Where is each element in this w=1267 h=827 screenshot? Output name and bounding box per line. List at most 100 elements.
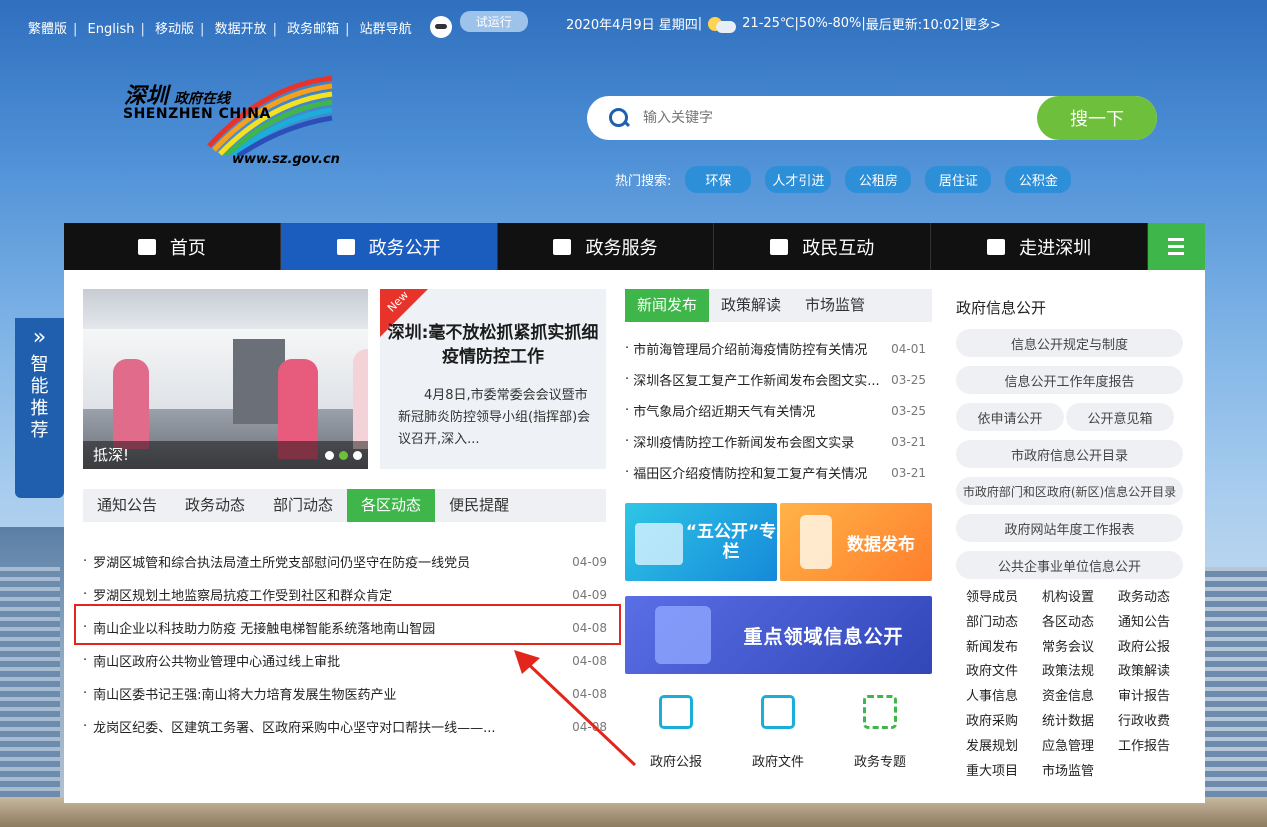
hot-search-label: 热门搜索: (615, 174, 672, 189)
press-list: · 市前海管理局介绍前海疫情防控有关情况 04-01 · 深圳各区复工复产工作新闻… (625, 333, 932, 488)
grid-item[interactable]: 机构设置 (1032, 586, 1108, 611)
pill-dept-catalog[interactable]: 市政府部门和区政府(新区)信息公开目录 (956, 477, 1183, 505)
site-logo[interactable]: 深圳 政府在线 SHENZHEN CHINA www.sz.gov.cn (118, 76, 340, 176)
grid-item[interactable]: 部门动态 (956, 611, 1032, 636)
background-city-left (0, 527, 70, 827)
grid-item[interactable]: 政策解读 (1108, 660, 1184, 685)
list-item[interactable]: · 市前海管理局介绍前海疫情防控有关情况 04-01 (625, 333, 932, 364)
nav-home[interactable]: 首页 (64, 223, 281, 270)
date-text: 2020年4月9日 星期四 (566, 18, 698, 33)
quick-gov-topics[interactable]: 政务专题 (829, 695, 931, 770)
robot-icon[interactable] (429, 16, 452, 38)
list-item[interactable]: · 福田区介绍疫情防控和复工复产有关情况 03-21 (625, 457, 932, 488)
grid-item[interactable]: 工作报告 (1108, 735, 1184, 760)
home-icon (137, 238, 156, 255)
link-site-nav[interactable]: 站群导航 (360, 22, 412, 37)
building-icon (987, 238, 1006, 255)
grid-item[interactable]: 市场监管 (1032, 760, 1108, 785)
hot-tag-talent[interactable]: 人才引进 (765, 166, 832, 193)
tab-notices[interactable]: 通知公告 (83, 489, 171, 522)
tab-press-release[interactable]: 新闻发布 (625, 289, 710, 322)
hot-tag-residence-permit[interactable]: 居住证 (925, 166, 992, 193)
temperature: 21-25℃ (742, 16, 795, 31)
pill-apply-open[interactable]: 依申请公开 (956, 403, 1064, 431)
pill-suggestion-box[interactable]: 公开意见箱 (1066, 403, 1174, 431)
grid-item[interactable]: 政府文件 (956, 660, 1032, 685)
list-item[interactable]: · 深圳疫情防控工作新闻发布会图文实录 03-21 (625, 426, 932, 457)
grid-item[interactable]: 常务会议 (1032, 636, 1108, 661)
grid-item[interactable]: 通知公告 (1108, 611, 1184, 636)
tab-district-updates[interactable]: 各区动态 (347, 489, 436, 522)
grid-item[interactable]: 政府公报 (1108, 636, 1184, 661)
link-open-data[interactable]: 数据开放 (215, 22, 267, 37)
info-open-title: 政府信息公开 (956, 299, 1047, 317)
background-city-right (1197, 567, 1267, 827)
search-button[interactable]: 搜一下 (1037, 96, 1157, 140)
pill-annual-report[interactable]: 信息公开工作年度报告 (956, 366, 1183, 394)
quick-gov-documents[interactable]: 政府文件 (727, 695, 829, 770)
trial-badge[interactable]: 试运行 (459, 10, 528, 32)
list-item[interactable]: · 罗湖区城管和综合执法局渣土所党支部慰问仍坚守在防疫一线党员 04-09 (83, 545, 613, 578)
grid-item[interactable]: 发展规划 (956, 735, 1032, 760)
weather-cloud-icon (708, 15, 737, 33)
people-icon (770, 238, 789, 255)
slider-dots[interactable] (320, 451, 362, 460)
link-english[interactable]: English (88, 22, 135, 37)
list-item[interactable]: · 市气象局介绍近期天气有关情况 03-25 (625, 395, 932, 426)
grid-item[interactable]: 重大项目 (956, 760, 1032, 785)
pill-public-enterprise[interactable]: 公共企事业单位信息公开 (956, 551, 1183, 579)
pill-rules[interactable]: 信息公开规定与制度 (956, 329, 1183, 357)
headline-summary: 4月8日,市委常委会会议暨市新冠肺炎防控领导小组(指挥部)会议召开,深入... (398, 388, 591, 447)
pill-website-report[interactable]: 政府网站年度工作报表 (956, 514, 1183, 542)
info-category-grid: 领导成员 机构设置 政务动态 部门动态 各区动态 通知公告 新闻发布 常务会议 … (956, 586, 1196, 784)
grid-item[interactable]: 政务动态 (1108, 586, 1184, 611)
grid-item[interactable]: 新闻发布 (956, 636, 1032, 661)
tab-market-supervision[interactable]: 市场监管 (793, 289, 877, 322)
nav-interaction[interactable]: 政民互动 (714, 223, 932, 270)
grid-item[interactable]: 资金信息 (1032, 685, 1108, 710)
more-link[interactable]: 更多> (964, 14, 1001, 33)
key-areas-banner[interactable]: 重点领域信息公开 (625, 596, 932, 674)
nav-gov-services[interactable]: 政务服务 (498, 223, 715, 270)
humidity: 50%-80% (798, 16, 862, 31)
main-nav: 首页 政务公开 政务服务 政民互动 走进深圳 (64, 223, 1205, 270)
tab-policy-interpretation[interactable]: 政策解读 (709, 289, 793, 322)
date-weather: 2020年4月9日 星期四 | 21-25℃ | 50%-80% | 最后更新:10:… (566, 14, 1001, 33)
smart-recommend-tab[interactable]: » 智能推荐 (15, 318, 64, 498)
menu-icon[interactable] (1147, 223, 1205, 270)
pill-city-catalog[interactable]: 市政府信息公开目录 (956, 440, 1183, 468)
grid-item[interactable]: 政府采购 (956, 710, 1032, 735)
quick-gov-gazette[interactable]: 政府公报 (625, 695, 727, 770)
grid-item[interactable]: 各区动态 (1032, 611, 1108, 636)
grid-item[interactable]: 统计数据 (1032, 710, 1108, 735)
grid-item[interactable]: 应急管理 (1032, 735, 1108, 760)
link-traditional[interactable]: 繁體版 (28, 22, 67, 37)
red-highlight-box (74, 604, 621, 645)
headline-photo[interactable]: 抵深! (83, 289, 368, 469)
tab-dept-updates[interactable]: 部门动态 (259, 489, 347, 522)
hot-tag-public-housing[interactable]: 公租房 (845, 166, 912, 193)
tab-gov-updates[interactable]: 政务动态 (171, 489, 259, 522)
grid-item[interactable]: 政策法规 (1032, 660, 1108, 685)
hot-tag-environment[interactable]: 环保 (685, 166, 752, 193)
logo-en: SHENZHEN CHINA (123, 106, 271, 122)
grid-item[interactable]: 领导成员 (956, 586, 1032, 611)
press-tabs: 新闻发布 政策解读 市场监管 (625, 289, 932, 322)
nav-gov-affairs-open[interactable]: 政务公开 (280, 223, 498, 270)
grid-item[interactable]: 行政收费 (1108, 710, 1184, 735)
data-release-banner[interactable]: 数据发布 (780, 503, 932, 581)
five-open-banner[interactable]: “五公开”专栏 (625, 503, 777, 581)
monitor-icon (553, 238, 572, 255)
headline-feature[interactable]: New 深圳:毫不放松抓紧抓实抓细疫情防控工作 4月8日,市委常委会会议暨市新冠… (380, 288, 606, 469)
news-icon (336, 238, 355, 255)
list-item[interactable]: · 深圳各区复工复产工作新闻发布会图文实... 03-25 (625, 364, 932, 395)
grid-item[interactable]: 审计报告 (1108, 685, 1184, 710)
nav-about-shenzhen[interactable]: 走进深圳 (931, 223, 1148, 270)
grid-item[interactable]: 人事信息 (956, 685, 1032, 710)
headline-title[interactable]: 深圳:毫不放松抓紧抓实抓细疫情防控工作 (380, 321, 606, 369)
search-input[interactable] (643, 110, 1023, 126)
tab-citizen-tips[interactable]: 便民提醒 (435, 489, 523, 522)
link-mobile[interactable]: 移动版 (155, 22, 194, 37)
hot-tag-housing-fund[interactable]: 公积金 (1005, 166, 1072, 193)
link-gov-mail[interactable]: 政务邮箱 (287, 22, 339, 37)
